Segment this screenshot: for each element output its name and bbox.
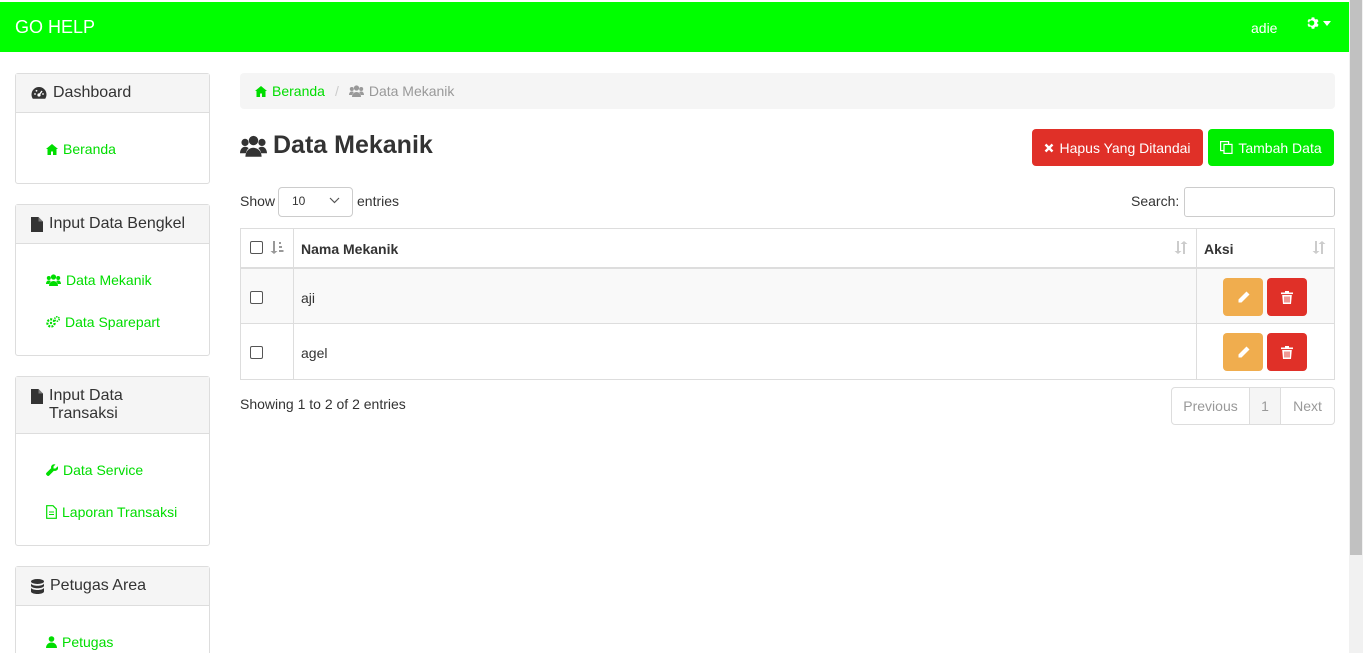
- data-table: Nama Mekanik Aksi aji agel: [240, 228, 1335, 380]
- home-icon: [255, 85, 267, 97]
- mechanic-name: aji: [301, 290, 316, 306]
- table-row: agel: [241, 324, 1334, 379]
- users-icon: [348, 85, 364, 97]
- sidebar-panel-input-transaksi: Input Data Transaksi Data Service Lapora…: [15, 376, 210, 546]
- sidebar-panel-input-bengkel: Input Data Bengkel Data Mekanik Data Spa…: [15, 204, 210, 356]
- pencil-icon: [1238, 346, 1249, 357]
- column-header-aksi[interactable]: Aksi: [1196, 229, 1334, 267]
- trash-icon: [1281, 345, 1293, 359]
- sidebar-item-label: Data Service: [63, 462, 144, 478]
- column-header-nama-mekanik[interactable]: Nama Mekanik: [293, 229, 1196, 267]
- page-title-text: Data Mekanik: [273, 131, 433, 159]
- sidebar-item-data-service[interactable]: Data Service: [46, 462, 143, 478]
- wrench-icon: [46, 464, 58, 476]
- pagination: Previous 1 Next: [1171, 387, 1335, 425]
- table-header: Nama Mekanik Aksi: [241, 229, 1334, 269]
- pagination-next[interactable]: Next: [1280, 388, 1334, 424]
- panel-heading-petugas-area: Petugas Area: [16, 567, 209, 606]
- chevron-down-icon: [329, 197, 340, 204]
- breadcrumb-home-label: Beranda: [272, 83, 325, 99]
- breadcrumb-separator: /: [334, 83, 339, 99]
- add-data-button[interactable]: Tambah Data: [1208, 129, 1334, 166]
- settings-dropdown[interactable]: [1306, 16, 1331, 30]
- sidebar-panel-petugas-area: Petugas Area Petugas: [15, 566, 210, 653]
- breadcrumb-current: Data Mekanik: [348, 83, 455, 99]
- user-name[interactable]: adie: [1251, 20, 1277, 36]
- edit-button[interactable]: [1223, 278, 1263, 316]
- select-all-checkbox[interactable]: [250, 241, 263, 254]
- search-input[interactable]: [1184, 187, 1335, 217]
- delete-button[interactable]: [1267, 278, 1307, 316]
- copy-icon: [1220, 141, 1233, 154]
- pagination-page-1[interactable]: 1: [1249, 388, 1280, 424]
- panel-title: Dashboard: [53, 84, 132, 101]
- panel-title: Input Data Transaksi: [49, 387, 123, 422]
- entries-label: entries: [357, 193, 400, 209]
- search-label: Search:: [1131, 193, 1180, 209]
- sidebar-item-label: Beranda: [63, 141, 116, 157]
- table-row: aji: [241, 269, 1334, 324]
- trash-icon: [1281, 290, 1293, 304]
- sidebar-item-label: Data Mekanik: [66, 272, 152, 288]
- sidebar-item-label: Data Sparepart: [65, 314, 160, 330]
- panel-heading-input-transaksi: Input Data Transaksi: [16, 377, 209, 434]
- file-icon: [31, 389, 43, 404]
- sort-icon: [1312, 241, 1326, 254]
- page-title: Data Mekanik: [240, 131, 433, 160]
- file-text-icon: [46, 505, 57, 519]
- sort-amount-icon[interactable]: [270, 241, 284, 254]
- sidebar-item-label: Laporan Transaksi: [62, 504, 178, 520]
- edit-button[interactable]: [1223, 333, 1263, 371]
- show-label: Show: [240, 193, 276, 209]
- close-icon: [1045, 143, 1054, 152]
- dashboard-icon: [31, 87, 47, 99]
- panel-heading-dashboard: Dashboard: [16, 74, 209, 113]
- breadcrumb-current-label: Data Mekanik: [368, 83, 455, 99]
- row-checkbox[interactable]: [250, 291, 263, 304]
- gear-icon: [1307, 17, 1319, 29]
- row-checkbox[interactable]: [250, 346, 263, 359]
- column-header-label: Aksi: [1204, 241, 1234, 257]
- sidebar-item-laporan-transaksi[interactable]: Laporan Transaksi: [46, 504, 177, 520]
- panel-title: Input Data Bengkel: [49, 215, 186, 232]
- entries-select[interactable]: 10: [278, 187, 353, 217]
- page-scrollbar[interactable]: [1349, 0, 1363, 653]
- database-icon: [31, 579, 44, 594]
- panel-heading-input-bengkel: Input Data Bengkel: [16, 205, 209, 244]
- sort-icon: [1174, 241, 1188, 254]
- sidebar-item-label: Petugas: [62, 634, 114, 650]
- entries-select-value: 10: [292, 194, 306, 208]
- home-icon: [46, 143, 58, 155]
- breadcrumb: Beranda / Data Mekanik: [240, 73, 1335, 109]
- sidebar-item-data-sparepart[interactable]: Data Sparepart: [46, 314, 160, 330]
- delete-selected-label: Hapus Yang Ditandai: [1059, 139, 1191, 156]
- users-icon: [240, 135, 267, 157]
- file-icon: [31, 217, 43, 232]
- delete-button[interactable]: [1267, 333, 1307, 371]
- brand-logo[interactable]: GO HELP: [15, 17, 95, 38]
- add-data-label: Tambah Data: [1238, 139, 1322, 156]
- user-icon: [46, 636, 57, 648]
- caret-down-icon: [1323, 20, 1331, 26]
- column-header-label: Nama Mekanik: [301, 241, 399, 257]
- panel-title: Petugas Area: [50, 577, 147, 594]
- scrollbar-thumb[interactable]: [1350, 0, 1362, 555]
- sidebar-item-petugas[interactable]: Petugas: [46, 634, 113, 650]
- table-info: Showing 1 to 2 of 2 entries: [240, 396, 406, 412]
- sidebar-item-data-mekanik[interactable]: Data Mekanik: [46, 272, 152, 288]
- sidebar-item-beranda[interactable]: Beranda: [46, 141, 116, 157]
- pencil-icon: [1238, 291, 1249, 302]
- users-icon: [46, 274, 61, 286]
- cogs-icon: [46, 316, 60, 328]
- mechanic-name: agel: [301, 345, 328, 361]
- top-navbar: GO HELP adie: [0, 2, 1349, 52]
- pagination-previous[interactable]: Previous: [1172, 388, 1249, 424]
- sidebar-panel-dashboard: Dashboard Beranda: [15, 73, 210, 184]
- breadcrumb-home-link[interactable]: Beranda: [255, 83, 325, 99]
- delete-selected-button[interactable]: Hapus Yang Ditandai: [1032, 129, 1203, 166]
